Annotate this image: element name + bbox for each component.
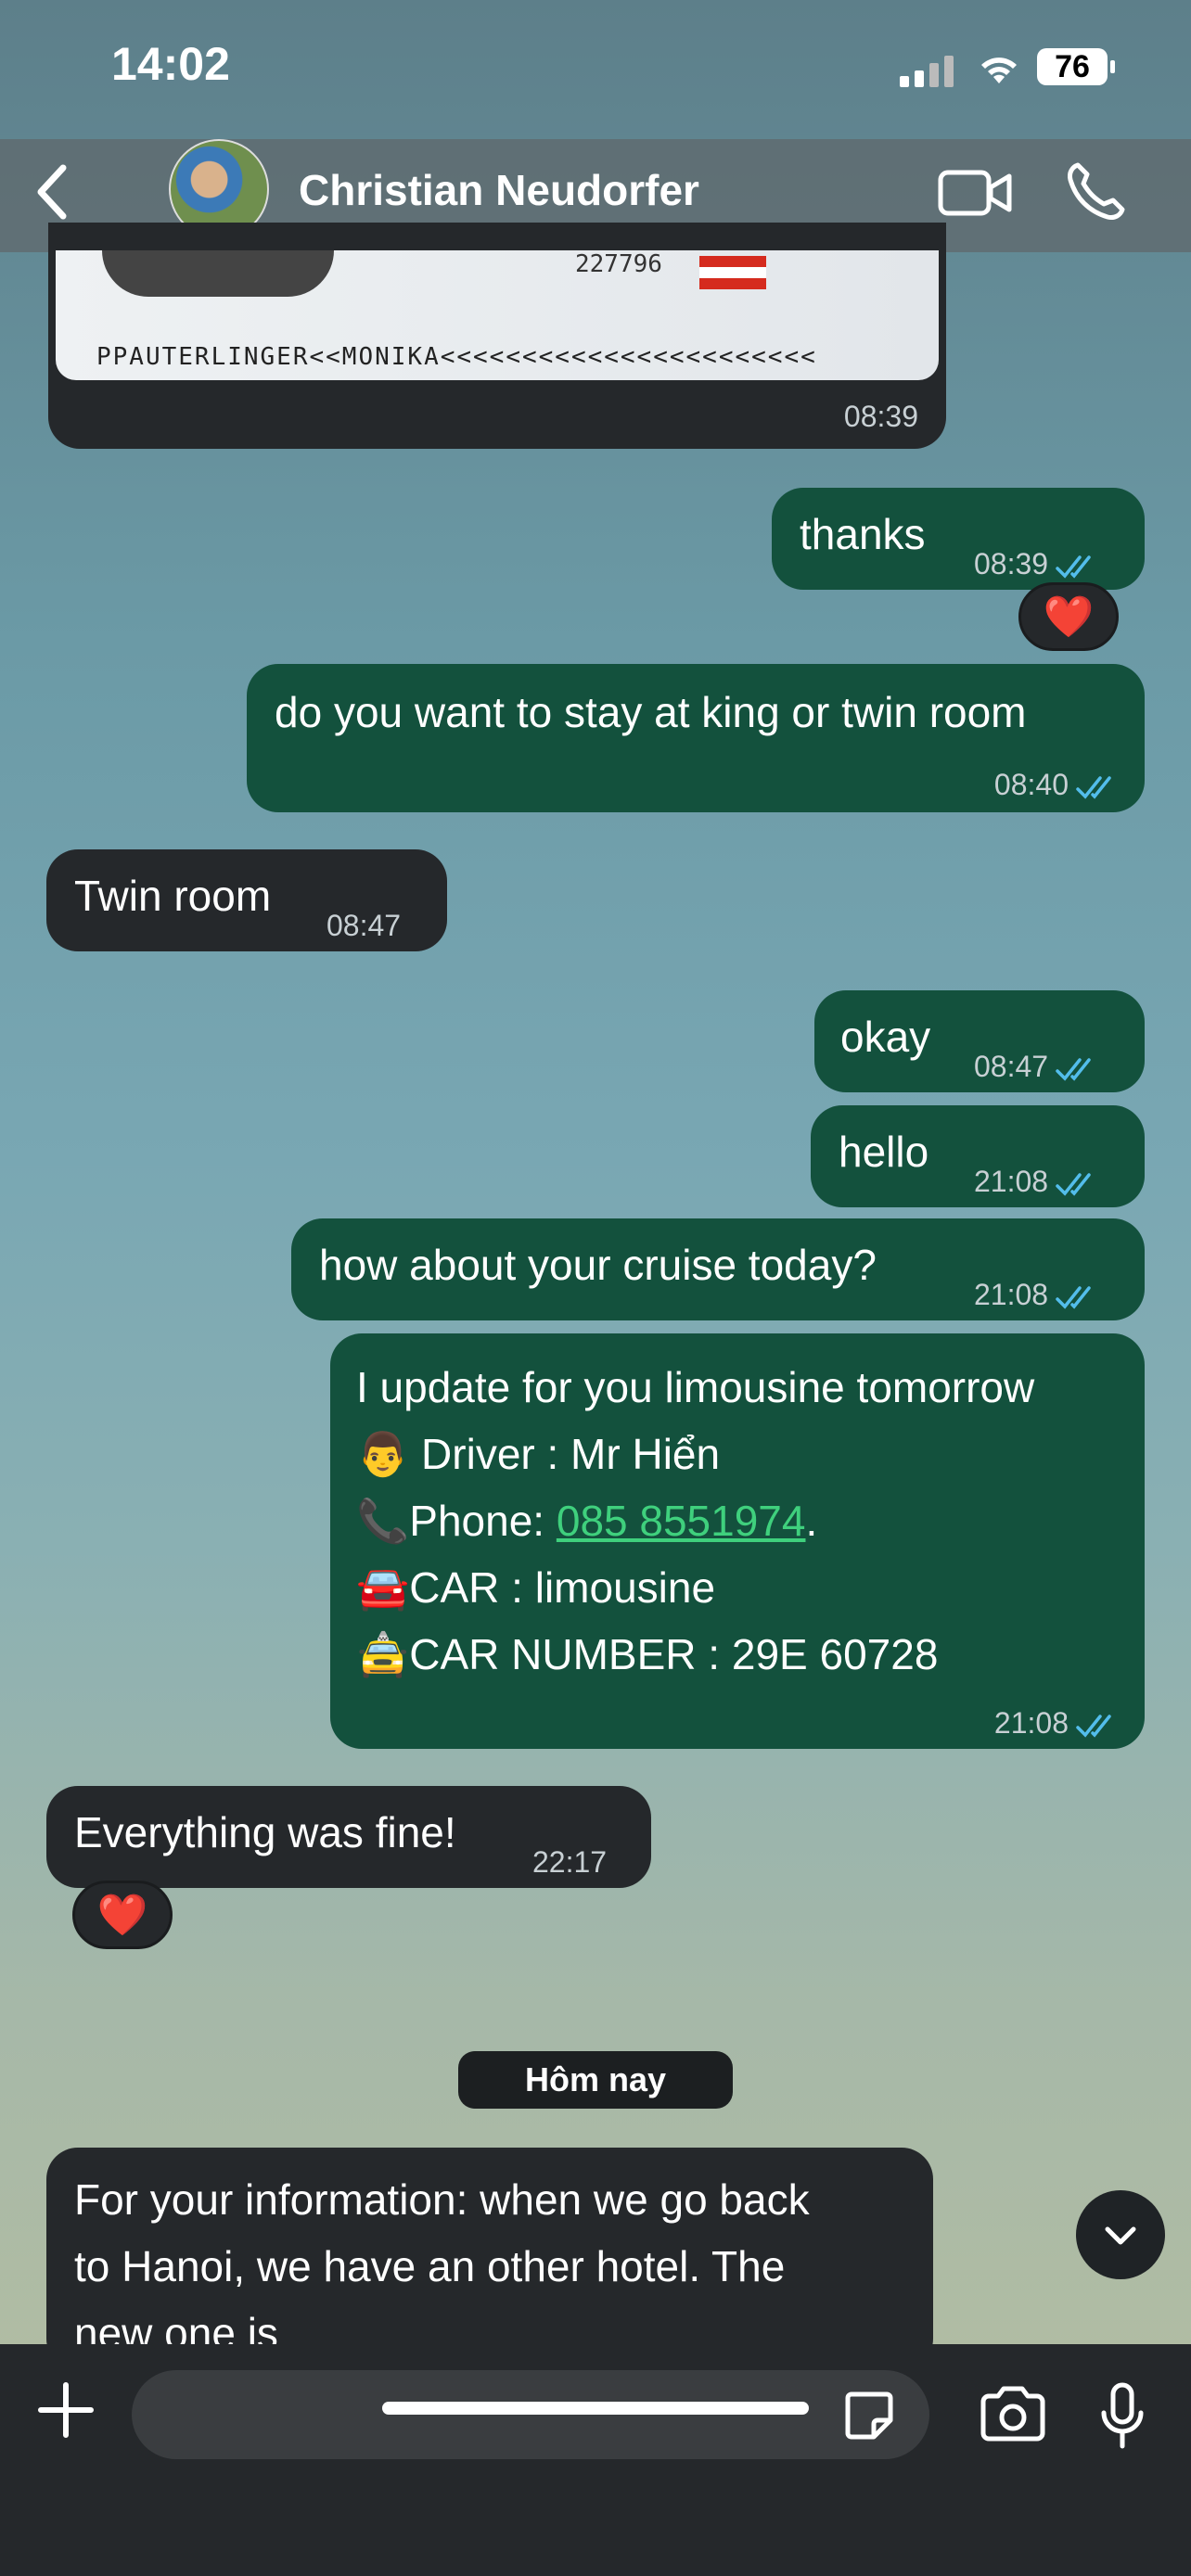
- read-receipt-icon: [1056, 1057, 1091, 1081]
- message-text: do you want to stay at king or twin room: [275, 688, 1027, 736]
- flag-icon: [699, 256, 766, 289]
- message-composer: [0, 2344, 1191, 2576]
- message-text: Everything was fine!: [74, 1808, 456, 1856]
- incoming-message[interactable]: Twin room 08:47: [46, 849, 447, 951]
- outgoing-message[interactable]: how about your cruise today? 21:08: [291, 1218, 1145, 1320]
- message-meta: 08:40: [994, 757, 1119, 812]
- back-chevron-icon[interactable]: [33, 162, 70, 222]
- camera-icon[interactable]: [978, 2385, 1048, 2444]
- outgoing-message[interactable]: do you want to stay at king or twin room…: [247, 664, 1145, 812]
- voice-call-icon[interactable]: [1065, 159, 1128, 223]
- heart-reaction[interactable]: ❤️: [1018, 582, 1119, 651]
- message-input[interactable]: [132, 2370, 929, 2459]
- message-text: how about your cruise today?: [319, 1241, 877, 1289]
- message-text: Twin room: [74, 872, 272, 920]
- outgoing-message[interactable]: I update for you limousine tomorrow 👨 Dr…: [330, 1333, 1145, 1749]
- contact-name[interactable]: Christian Neudorfer: [299, 165, 699, 215]
- read-receipt-icon: [1056, 1172, 1091, 1196]
- passport-image[interactable]: 227796 PPAUTERLINGER<<MONIKA<<<<<<<<<<<<…: [56, 250, 939, 380]
- read-receipt-icon: [1056, 1285, 1091, 1309]
- phone-number-link[interactable]: 085 8551974: [557, 1497, 806, 1545]
- home-indicator: [382, 2402, 809, 2415]
- passport-number: 227796: [575, 250, 662, 278]
- message-text: thanks: [800, 510, 926, 558]
- message-text: hello: [839, 1128, 929, 1176]
- message-time: 22:17: [532, 1845, 608, 1879]
- scroll-to-bottom-button[interactable]: [1076, 2190, 1165, 2279]
- message-meta: 08:47: [974, 1039, 1098, 1094]
- incoming-message[interactable]: Everything was fine! 22:17: [46, 1786, 651, 1888]
- plus-icon[interactable]: [33, 2378, 98, 2442]
- read-receipt-icon: [1076, 1714, 1111, 1738]
- video-call-icon[interactable]: [937, 167, 1013, 219]
- message-time: 08:39: [843, 400, 918, 433]
- outgoing-message[interactable]: thanks 08:39: [772, 488, 1145, 590]
- message-meta: 21:08: [974, 1154, 1098, 1209]
- heart-reaction[interactable]: ❤️: [72, 1881, 173, 1949]
- status-bar: 14:02 76: [0, 0, 1191, 139]
- outgoing-message[interactable]: hello 21:08: [811, 1105, 1145, 1207]
- sticker-icon[interactable]: [842, 2389, 896, 2442]
- message-text: okay: [840, 1013, 931, 1061]
- read-receipt-icon: [1076, 775, 1111, 799]
- read-receipt-icon: [1056, 555, 1091, 579]
- passport-photo: [102, 250, 334, 297]
- battery-indicator: 76: [1037, 48, 1115, 85]
- date-divider: Hôm nay: [458, 2051, 733, 2109]
- passport-mrz: PPAUTERLINGER<<MONIKA<<<<<<<<<<<<<<<<<<<…: [96, 343, 817, 371]
- message-meta: 21:08: [974, 1267, 1098, 1322]
- wifi-icon: [981, 57, 1017, 83]
- microphone-icon[interactable]: [1098, 2381, 1146, 2452]
- message-text: I update for you limousine tomorrow 👨 Dr…: [356, 1363, 1035, 1678]
- message-time: 08:47: [327, 909, 402, 942]
- incoming-message[interactable]: For your information: when we go back to…: [46, 2148, 933, 2370]
- message-meta: 21:08: [994, 1695, 1119, 1751]
- chevron-down-icon: [1105, 2226, 1136, 2245]
- outgoing-message[interactable]: okay 08:47: [814, 990, 1145, 1092]
- message-text: For your information: when we go back to…: [74, 2175, 810, 2357]
- status-time: 14:02: [111, 38, 230, 90]
- cellular-signal-icon: [900, 56, 954, 87]
